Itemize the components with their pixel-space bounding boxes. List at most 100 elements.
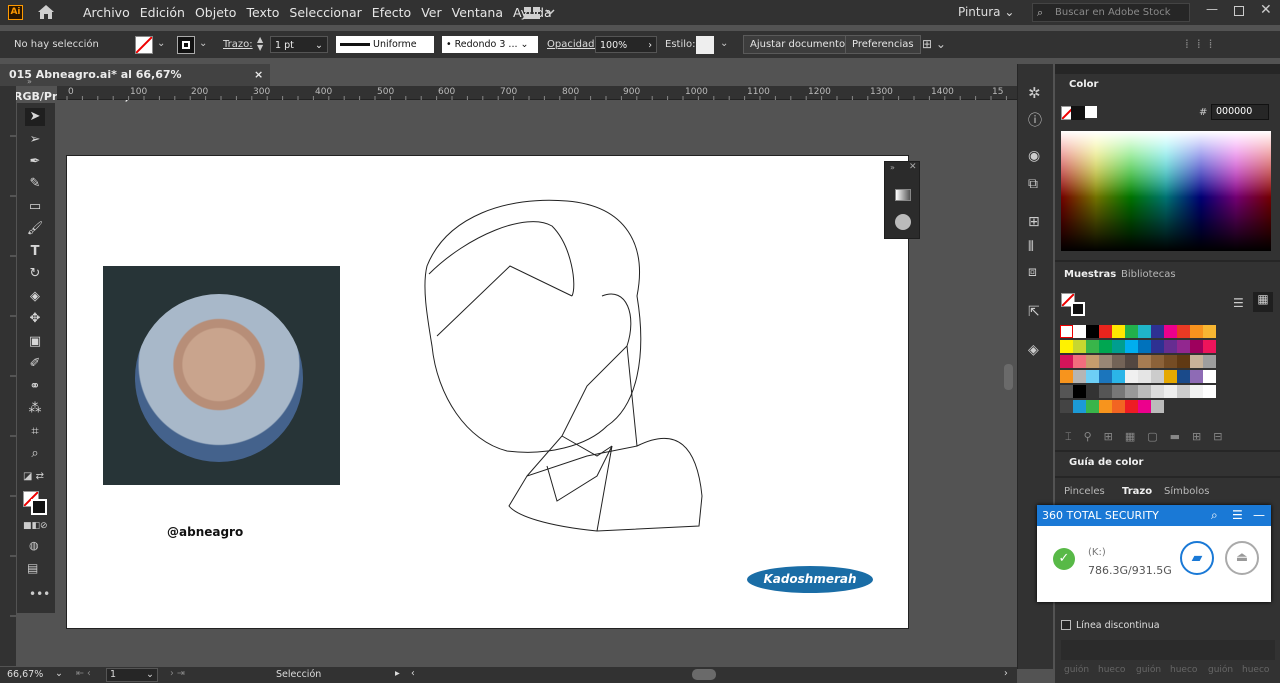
- arrange-documents-icon[interactable]: [524, 7, 556, 19]
- color-swatch[interactable]: [1151, 400, 1164, 413]
- puppet-warp-tool-icon[interactable]: ✥: [25, 310, 45, 328]
- color-swatch[interactable]: [1177, 325, 1190, 338]
- menu-edicion[interactable]: Edición: [140, 5, 185, 20]
- color-swatch[interactable]: [1151, 370, 1164, 383]
- swatch-footer-icons[interactable]: ⌶⚲⊞▦▢▬⊞⊟: [1065, 430, 1235, 444]
- artboard-tool-icon[interactable]: ⌗: [25, 423, 45, 441]
- color-modes-icon[interactable]: ■◧⊘: [23, 521, 48, 531]
- horizontal-scrollbar-thumb[interactable]: [692, 669, 716, 680]
- color-swatch[interactable]: [1203, 340, 1216, 353]
- libraries-panel-tab[interactable]: Bibliotecas: [1121, 269, 1176, 280]
- color-swatch[interactable]: [1151, 385, 1164, 398]
- eyedropper-tool-icon[interactable]: ✐: [25, 355, 45, 373]
- align-icon[interactable]: ⫴: [1028, 239, 1034, 255]
- zoom-level[interactable]: 66,67%: [7, 669, 43, 680]
- line-art-portrait[interactable]: [67, 156, 910, 630]
- menu-efecto[interactable]: Efecto: [372, 5, 411, 20]
- color-swatch[interactable]: [1060, 385, 1073, 398]
- symbols-panel-tab[interactable]: Símbolos: [1164, 486, 1209, 497]
- gradient-panel-icon[interactable]: [895, 189, 911, 201]
- appearance-icon[interactable]: ◉: [1028, 148, 1040, 164]
- color-swatch[interactable]: [1190, 370, 1203, 383]
- brush-select[interactable]: • Redondo 3 ... ⌄: [442, 36, 538, 53]
- color-swatch[interactable]: [1060, 355, 1073, 368]
- color-swatch[interactable]: [1086, 385, 1099, 398]
- color-swatch[interactable]: [1138, 400, 1151, 413]
- search-icon[interactable]: ⌕: [1211, 505, 1218, 526]
- transparency-panel-icon[interactable]: [895, 214, 911, 230]
- swatches-stroke-icon[interactable]: [1071, 302, 1085, 316]
- menu-archivo[interactable]: Archivo: [83, 5, 130, 20]
- more-tools-icon[interactable]: •••: [29, 587, 50, 601]
- color-swatch[interactable]: [1060, 340, 1073, 353]
- color-swatch[interactable]: [1203, 370, 1216, 383]
- style-dropdown-icon[interactable]: ⌄: [720, 38, 728, 49]
- color-swatch[interactable]: [1086, 325, 1099, 338]
- type-tool-icon[interactable]: T: [25, 243, 45, 261]
- blend-tool-icon[interactable]: ⚭: [25, 378, 45, 396]
- minimize-icon[interactable]: —: [1206, 2, 1218, 16]
- paintbrush-tool-icon[interactable]: 🖌: [25, 220, 45, 238]
- color-swatch[interactable]: [1086, 340, 1099, 353]
- color-swatch[interactable]: [1177, 355, 1190, 368]
- color-swatch[interactable]: [1112, 370, 1125, 383]
- export-icon[interactable]: ⇱: [1028, 304, 1040, 320]
- stroke-stepper-icon[interactable]: ▲ ▼: [257, 36, 263, 52]
- menu-ver[interactable]: Ver: [421, 5, 441, 20]
- color-swatch[interactable]: [1203, 355, 1216, 368]
- color-swatch[interactable]: [1125, 400, 1138, 413]
- color-swatch[interactable]: [1177, 340, 1190, 353]
- color-swatch[interactable]: [1073, 385, 1086, 398]
- graphic-style-swatch[interactable]: [696, 36, 714, 54]
- color-panel-tab[interactable]: Color: [1069, 79, 1098, 90]
- scroll-right-icon[interactable]: ›: [1004, 668, 1008, 679]
- color-swatch[interactable]: [1099, 400, 1112, 413]
- kadoshmerah-badge[interactable]: Kadoshmerah: [747, 566, 873, 593]
- stock-search[interactable]: ⌕ Buscar en Adobe Stock: [1032, 3, 1190, 22]
- panel-expand-icon[interactable]: »: [890, 163, 895, 172]
- color-swatch[interactable]: [1190, 385, 1203, 398]
- minimize-popup-icon[interactable]: —: [1253, 505, 1265, 526]
- color-swatch[interactable]: [1177, 370, 1190, 383]
- dashed-line-checkbox[interactable]: [1061, 620, 1071, 630]
- rotate-tool-icon[interactable]: ↻: [25, 265, 45, 283]
- pathfinder-icon[interactable]: ⊞: [1028, 214, 1040, 230]
- rectangle-tool-icon[interactable]: ▭: [25, 198, 45, 216]
- color-swatch[interactable]: [1060, 400, 1073, 413]
- color-swatch[interactable]: [1099, 370, 1112, 383]
- color-swatch[interactable]: [1151, 340, 1164, 353]
- color-swatch[interactable]: [1164, 385, 1177, 398]
- color-swatch[interactable]: [1073, 325, 1086, 338]
- selection-tool-icon[interactable]: ➤: [25, 108, 45, 126]
- eraser-tool-icon[interactable]: ◈: [25, 288, 45, 306]
- brushes-panel-tab[interactable]: Pinceles: [1064, 486, 1105, 497]
- curvature-tool-icon[interactable]: ✎: [25, 175, 45, 193]
- color-swatch[interactable]: [1138, 340, 1151, 353]
- draw-mode-icon[interactable]: ◍: [29, 539, 39, 552]
- close-tab-icon[interactable]: ×: [254, 64, 263, 86]
- color-swatch[interactable]: [1125, 370, 1138, 383]
- fill-dropdown-icon[interactable]: ⌄: [157, 38, 165, 49]
- color-swatch[interactable]: [1164, 355, 1177, 368]
- color-swatch[interactable]: [1151, 355, 1164, 368]
- color-swatch[interactable]: [1099, 325, 1112, 338]
- open-folder-button[interactable]: ▰: [1180, 541, 1214, 575]
- vertical-scrollbar[interactable]: [1004, 364, 1013, 390]
- artboard-number-input[interactable]: 1 ⌄: [106, 668, 158, 682]
- swap-fill-stroke-icon[interactable]: ◪ ⇄: [23, 471, 44, 482]
- color-swatch[interactable]: [1073, 400, 1086, 413]
- color-swatch[interactable]: [1112, 355, 1125, 368]
- zoom-tool-icon[interactable]: ⌕: [25, 445, 45, 463]
- color-swatch[interactable]: [1164, 340, 1177, 353]
- status-menu-arrow-icon[interactable]: ▸: [395, 668, 400, 679]
- panel-close-icon[interactable]: ✕: [909, 162, 917, 172]
- color-swatch[interactable]: [1086, 400, 1099, 413]
- list-view-icon[interactable]: ☰: [1233, 296, 1244, 310]
- arrange-icon[interactable]: ⊞ ⌄: [922, 37, 946, 51]
- artboard-next-icons[interactable]: › ⇥: [170, 668, 185, 679]
- color-swatch[interactable]: [1125, 355, 1138, 368]
- artboard-nav-icons[interactable]: ⇤ ‹: [76, 668, 91, 679]
- menu-icon[interactable]: ☰: [1232, 505, 1243, 526]
- close-window-icon[interactable]: ✕: [1260, 2, 1272, 18]
- color-swatch[interactable]: [1190, 355, 1203, 368]
